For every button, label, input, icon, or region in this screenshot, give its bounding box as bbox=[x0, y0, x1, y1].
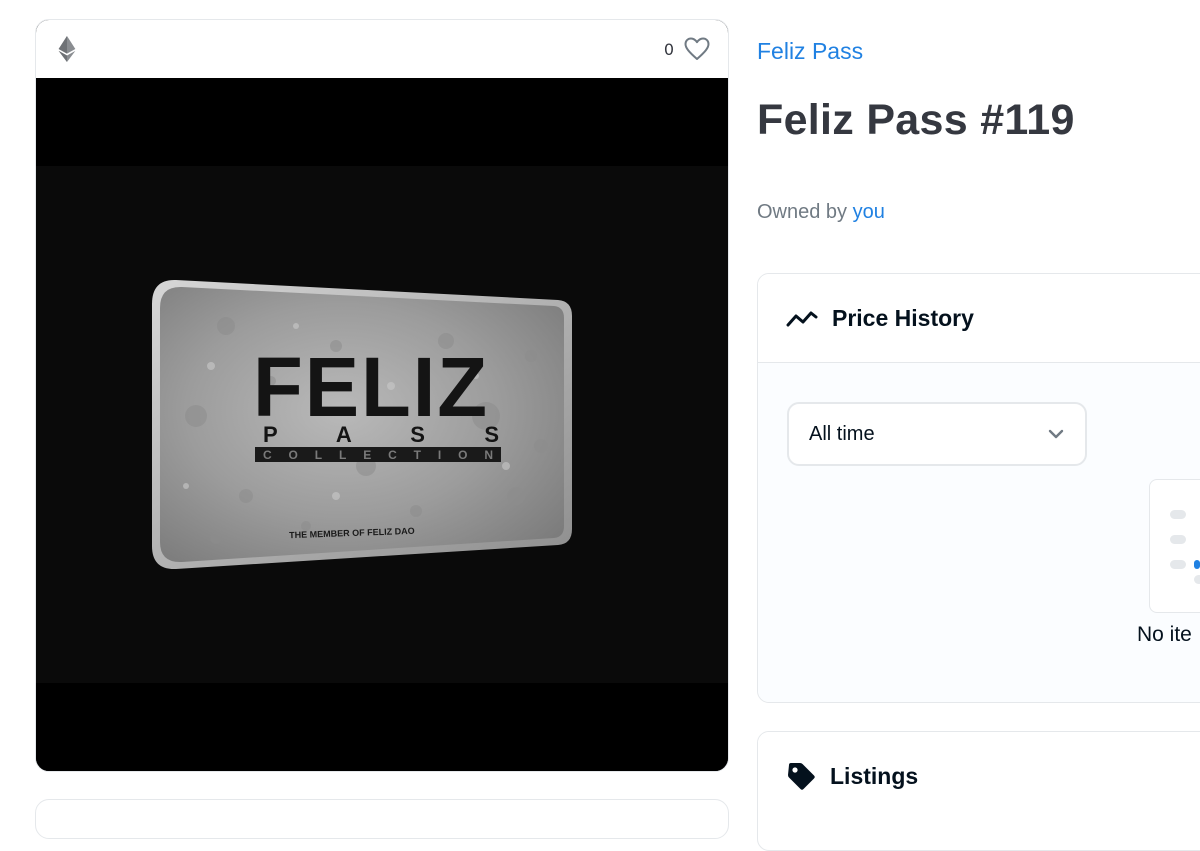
feliz-pass-artwork: FELIZ P A S S COLLECTION THE MEMBER OF F… bbox=[152, 279, 572, 570]
ethereum-icon bbox=[58, 36, 76, 62]
owner-line: Owned by you bbox=[757, 201, 885, 224]
favorite-count: 0 bbox=[663, 39, 674, 59]
heart-icon[interactable] bbox=[684, 37, 710, 61]
owner-link[interactable]: you bbox=[853, 201, 885, 223]
favorite-control: 0 bbox=[664, 37, 710, 61]
price-history-title: Price History bbox=[832, 304, 974, 331]
listings-header[interactable]: Listings bbox=[758, 732, 1200, 820]
price-history-panel: Price History All time No ite bbox=[757, 273, 1200, 703]
collection-link[interactable]: Feliz Pass bbox=[757, 38, 863, 65]
svg-text:FELIZ: FELIZ bbox=[253, 340, 489, 434]
tag-icon bbox=[786, 761, 816, 791]
media-header: 0 bbox=[36, 20, 728, 78]
empty-state-message: No ite bbox=[1137, 623, 1192, 646]
item-details-card bbox=[35, 799, 729, 839]
listings-title: Listings bbox=[830, 762, 919, 789]
item-media-card: 0 FELIZ P A S S COLLECTION THE MEMBER OF… bbox=[35, 19, 729, 772]
owned-by-label: Owned by bbox=[757, 201, 848, 223]
media-viewer: FELIZ P A S S COLLECTION THE MEMBER OF F… bbox=[36, 78, 728, 771]
price-history-body: All time No ite bbox=[758, 363, 1200, 702]
empty-state-illustration bbox=[1149, 479, 1200, 613]
artwork-stage: FELIZ P A S S COLLECTION THE MEMBER OF F… bbox=[36, 166, 728, 683]
price-history-header[interactable]: Price History bbox=[758, 274, 1200, 363]
item-title: Feliz Pass #119 bbox=[757, 96, 1075, 144]
listings-panel: Listings bbox=[757, 731, 1200, 851]
chevron-down-icon bbox=[1047, 428, 1065, 440]
time-range-select[interactable]: All time bbox=[787, 402, 1087, 466]
trend-line-icon bbox=[786, 307, 818, 329]
time-range-value: All time bbox=[809, 422, 875, 445]
